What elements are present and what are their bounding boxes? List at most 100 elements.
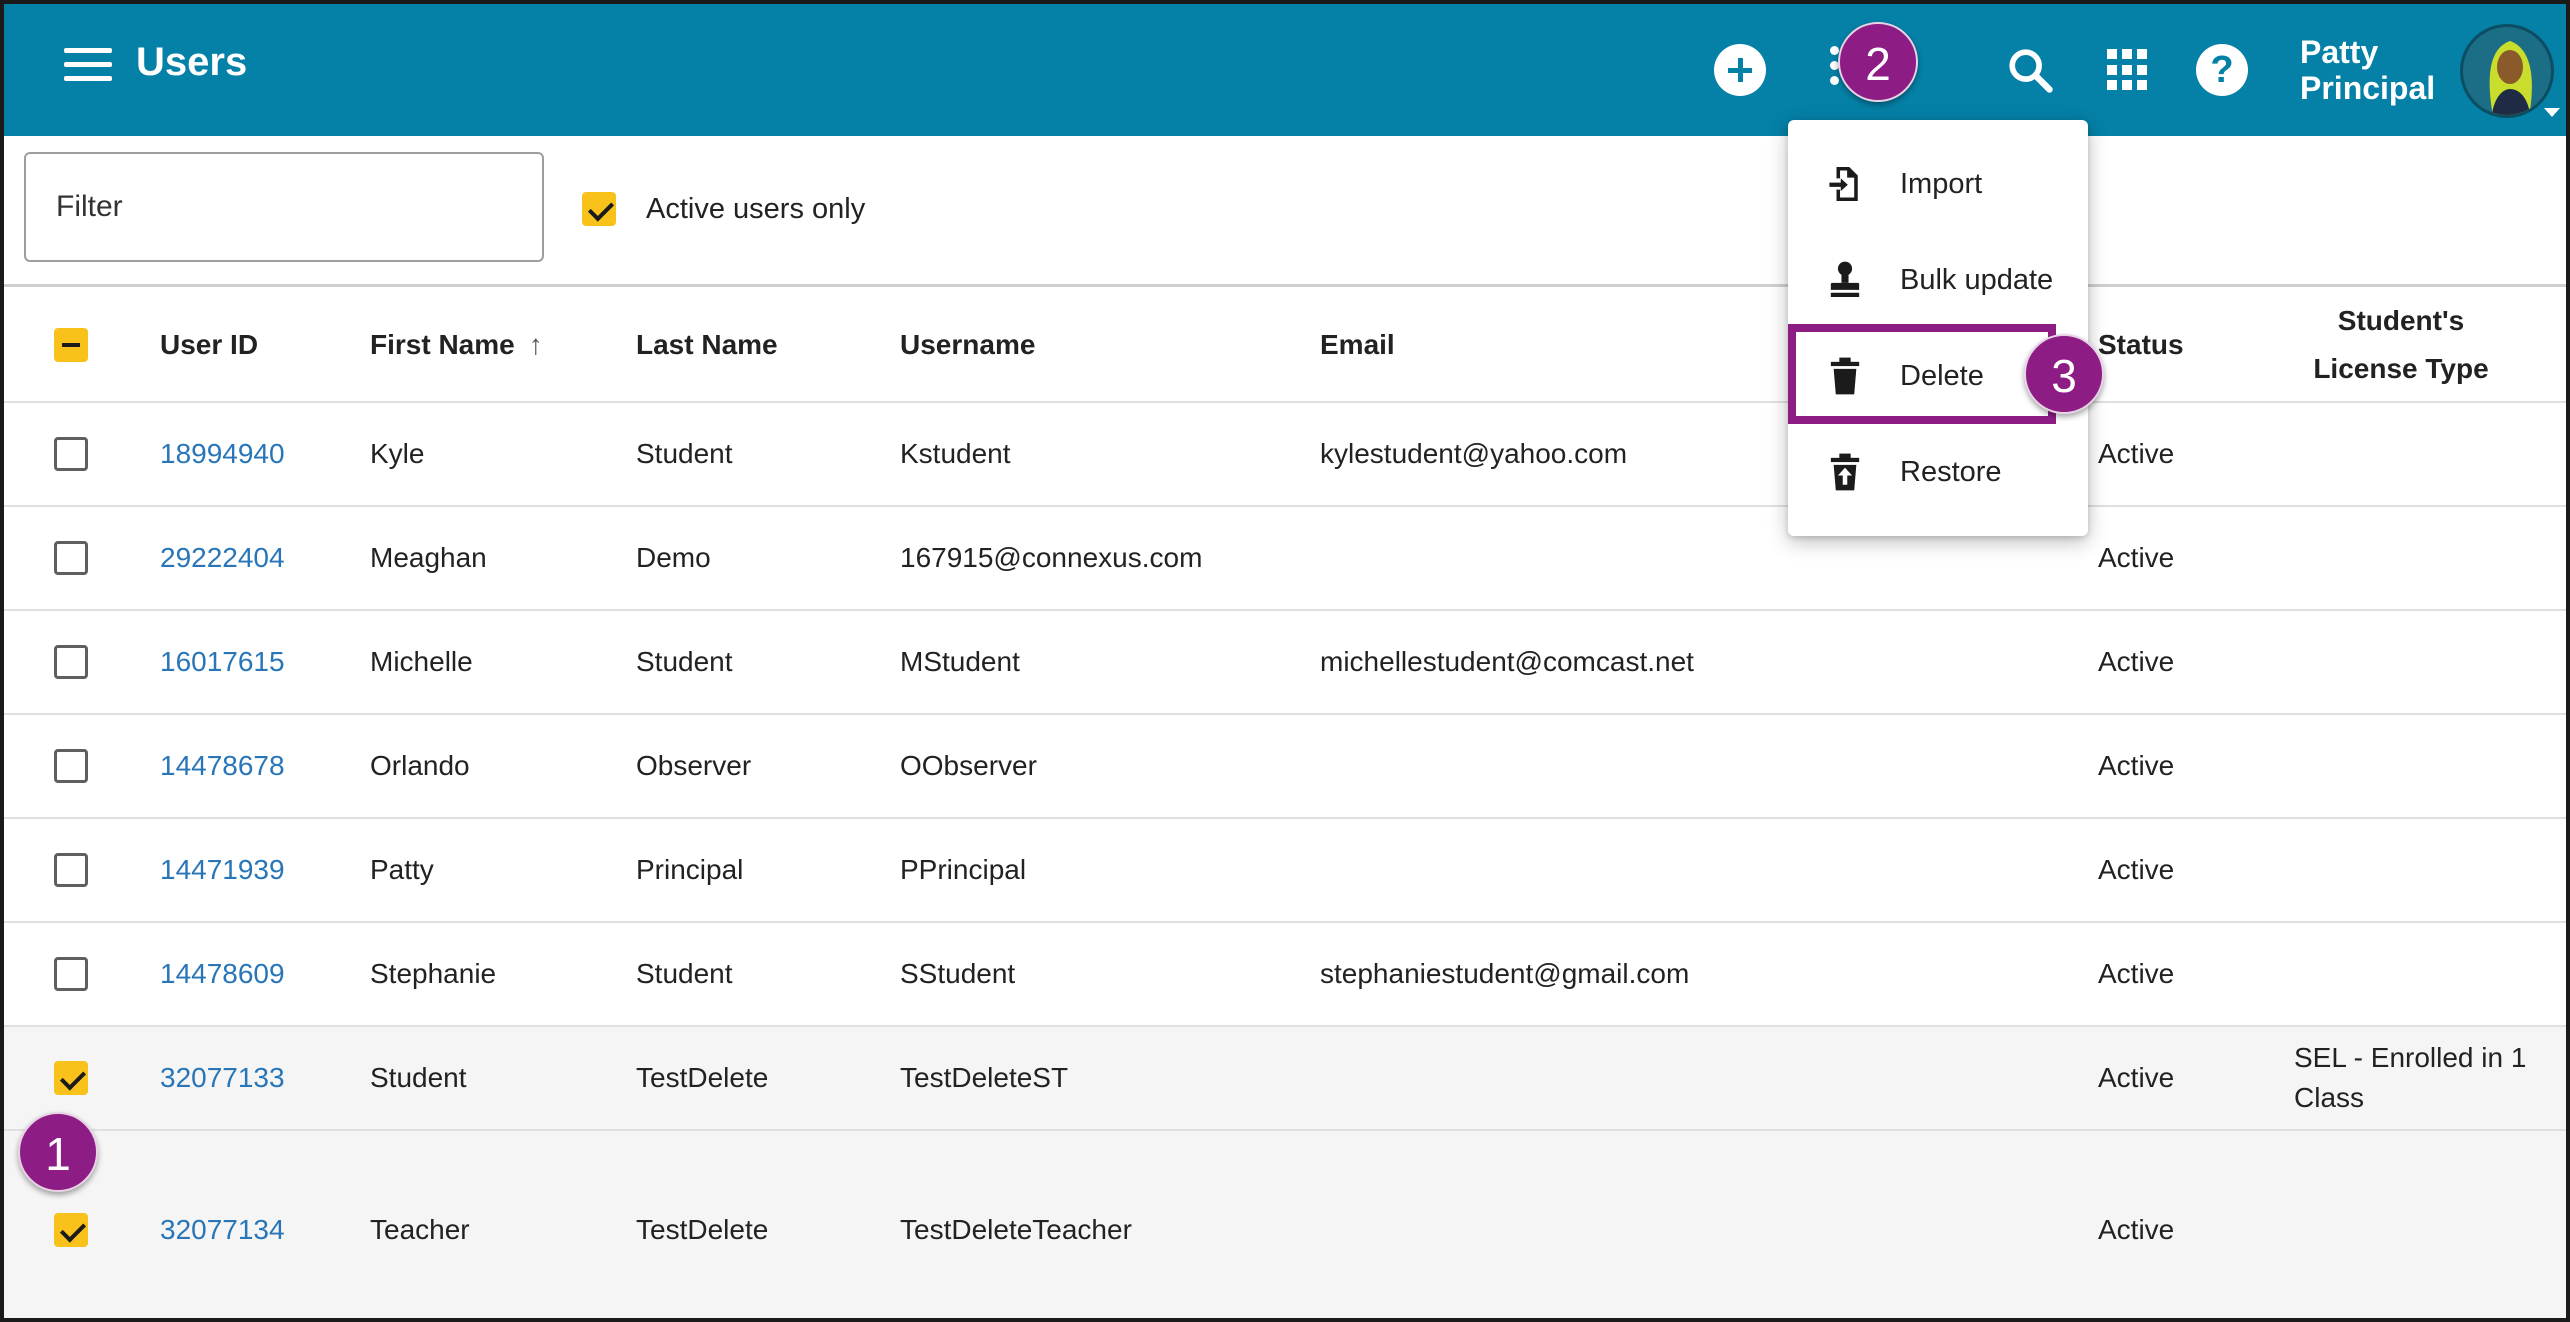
select-all-checkbox[interactable]: [54, 328, 88, 362]
avatar-portrait-icon: [2489, 41, 2532, 115]
column-username[interactable]: Username: [900, 287, 1035, 403]
import-file-icon: [1829, 167, 1858, 201]
username-cell: TestDeleteST: [900, 1062, 1069, 1093]
row-checkbox[interactable]: [54, 853, 88, 887]
status-cell: Active: [2098, 1062, 2175, 1093]
column-user-id[interactable]: User ID: [160, 287, 258, 403]
first-name-cell: Patty: [370, 854, 434, 885]
table-row[interactable]: 16017615 Michelle Student MStudent miche…: [4, 611, 2566, 715]
row-checkbox[interactable]: [54, 1213, 88, 1247]
user-id-link[interactable]: 29222404: [160, 507, 285, 609]
apps-grid-icon[interactable]: [2102, 44, 2154, 96]
row-checkbox[interactable]: [54, 1061, 88, 1095]
table-row[interactable]: 14478678 Orlando Observer OObserver Acti…: [4, 715, 2566, 819]
user-name[interactable]: Patty Principal: [2300, 34, 2435, 106]
column-license-type[interactable]: Student's License Type: [2296, 287, 2506, 403]
user-id-link[interactable]: 16017615: [160, 611, 285, 713]
user-id-link[interactable]: 18994940: [160, 403, 285, 505]
step-badge-2: 2: [1838, 22, 1918, 102]
first-name-cell: Teacher: [370, 1214, 470, 1245]
first-name-cell: Kyle: [370, 438, 425, 469]
stamp-icon: [1830, 261, 1860, 297]
username-cell: TestDeleteTeacher: [900, 1214, 1132, 1245]
menu-item-bulk-update-label: Bulk update: [1900, 263, 2054, 296]
status-cell: Active: [2098, 958, 2175, 989]
row-checkbox[interactable]: [54, 749, 88, 783]
row-checkbox[interactable]: [54, 645, 88, 679]
column-email[interactable]: Email: [1320, 287, 1395, 403]
username-cell: MStudent: [900, 646, 1020, 677]
table-row[interactable]: 18994940 Kyle Student Kstudent kylestude…: [4, 403, 2566, 507]
avatar[interactable]: [2460, 24, 2554, 118]
email-cell: michellestudent@comcast.net: [1320, 646, 1694, 677]
table-row[interactable]: 14478609 Stephanie Student SStudent step…: [4, 923, 2566, 1027]
last-name-cell: Student: [636, 438, 733, 469]
active-users-toggle[interactable]: Active users only: [582, 192, 865, 226]
active-users-label: Active users only: [646, 192, 866, 225]
users-table: User ID First Name ↑ Last Name Username …: [4, 287, 2566, 1318]
delete-highlight-box: [1788, 324, 2056, 424]
user-id-link[interactable]: 32077133: [160, 1027, 285, 1129]
row-checkbox[interactable]: [54, 957, 88, 991]
table-row[interactable]: 32077133 Student TestDelete TestDeleteST…: [4, 1027, 2566, 1131]
column-license-line2: License Type: [2313, 353, 2489, 384]
user-id-link[interactable]: 14478678: [160, 715, 285, 817]
column-status[interactable]: Status: [2098, 287, 2184, 403]
username-cell: 167915@connexus.com: [900, 542, 1203, 573]
first-name-cell: Stephanie: [370, 958, 497, 989]
last-name-cell: TestDelete: [636, 1214, 769, 1245]
last-name-cell: Demo: [636, 542, 711, 573]
status-cell: Active: [2098, 750, 2175, 781]
email-cell: stephaniestudent@gmail.com: [1320, 958, 1690, 989]
column-first-name-label: First Name: [370, 329, 515, 360]
status-cell: Active: [2098, 1214, 2175, 1245]
table-row[interactable]: 14471939 Patty Principal PPrincipal Acti…: [4, 819, 2566, 923]
restore-trash-icon: [1830, 453, 1860, 491]
status-cell: Active: [2098, 854, 2175, 885]
step-badge-1: 1: [18, 1112, 98, 1192]
sort-ascending-icon: ↑: [528, 329, 543, 360]
status-cell: Active: [2098, 438, 2175, 469]
username-cell: SStudent: [900, 958, 1016, 989]
chevron-down-icon[interactable]: [2544, 108, 2560, 117]
user-id-link[interactable]: 14471939: [160, 819, 285, 921]
app-frame: Users ? Patty Principal Filter Active us…: [0, 0, 2570, 1322]
username-cell: OObserver: [900, 750, 1037, 781]
first-name-cell: Orlando: [370, 750, 470, 781]
user-id-link[interactable]: 32077134: [160, 1131, 285, 1318]
column-last-name[interactable]: Last Name: [636, 287, 778, 403]
user-id-link[interactable]: 14478609: [160, 923, 285, 1025]
select-all-cell: [54, 287, 88, 403]
add-circle-icon[interactable]: [1714, 44, 1766, 96]
table-row[interactable]: 29222404 Meaghan Demo 167915@connexus.co…: [4, 507, 2566, 611]
column-license-line1: Student's: [2337, 305, 2465, 336]
last-name-cell: Observer: [636, 750, 752, 781]
menu-item-import[interactable]: Import: [1788, 136, 2088, 232]
menu-item-import-label: Import: [1900, 167, 1983, 200]
menu-item-restore-label: Restore: [1900, 455, 2002, 488]
username-cell: PPrincipal: [900, 854, 1027, 885]
first-name-cell: Meaghan: [370, 542, 487, 573]
menu-item-restore[interactable]: Restore: [1788, 424, 2088, 520]
row-checkbox[interactable]: [54, 541, 88, 575]
row-checkbox[interactable]: [54, 437, 88, 471]
license-type-cell: SEL - Enrolled in 1 Class: [2294, 1042, 2527, 1113]
active-users-checkbox[interactable]: [582, 192, 616, 226]
status-cell: Active: [2098, 542, 2175, 573]
status-cell: Active: [2098, 646, 2175, 677]
table-header: User ID First Name ↑ Last Name Username …: [4, 287, 2566, 403]
first-name-cell: Student: [370, 1062, 467, 1093]
username-cell: Kstudent: [900, 438, 1011, 469]
user-first-name: Patty: [2300, 34, 2379, 70]
help-icon[interactable]: ?: [2196, 44, 2248, 96]
column-first-name[interactable]: First Name ↑: [370, 287, 543, 403]
filter-input[interactable]: Filter: [24, 152, 544, 262]
user-last-name: Principal: [2300, 70, 2436, 106]
first-name-cell: Michelle: [370, 646, 473, 677]
search-icon[interactable]: [2004, 44, 2056, 96]
menu-icon[interactable]: [64, 48, 112, 92]
table-row[interactable]: 32077134 Teacher TestDelete TestDeleteTe…: [4, 1131, 2566, 1318]
page-title: Users: [136, 40, 248, 84]
menu-item-bulk-update[interactable]: Bulk update: [1788, 232, 2088, 328]
last-name-cell: Student: [636, 646, 733, 677]
